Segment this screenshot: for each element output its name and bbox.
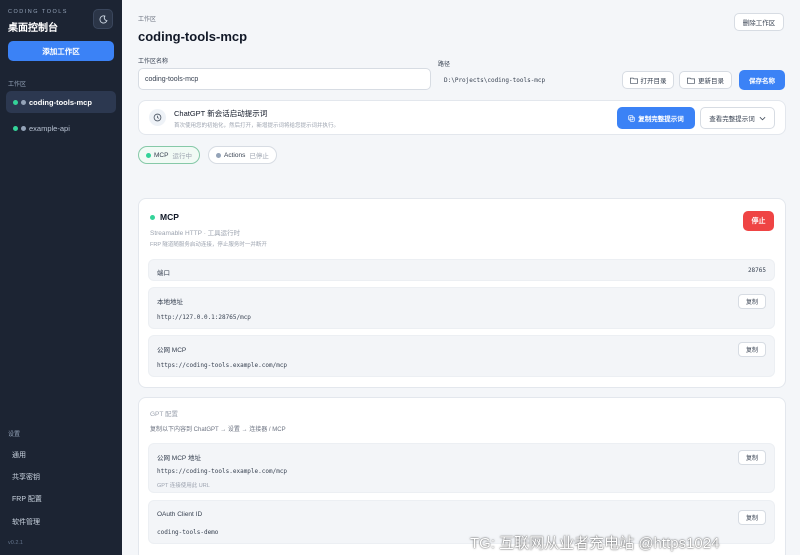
brand-title: 桌面控制台 bbox=[8, 23, 58, 34]
gpt-public-url-row: 公网 MCP 地址 https://coding-tools.example.c… bbox=[148, 443, 775, 493]
page-caption: 工作区 bbox=[138, 17, 157, 23]
public-mcp-value: https://coding-tools.example.com/mcp bbox=[157, 362, 288, 369]
workspace-name: coding-tools-mcp bbox=[29, 97, 92, 107]
name-field-label: 工作区名称 bbox=[138, 59, 169, 65]
view-full-prompt-label: 查看完整提示词 bbox=[709, 116, 755, 123]
copy-icon bbox=[628, 114, 635, 122]
tab-mcp[interactable]: MCP 运行中 bbox=[138, 146, 200, 164]
view-full-prompt-button[interactable]: 查看完整提示词 bbox=[700, 107, 775, 129]
workspace-name-input[interactable]: coding-tools-mcp bbox=[138, 68, 431, 90]
copy-full-prompt-button[interactable]: 复制完整提示词 bbox=[617, 107, 695, 129]
path-label: 路径 bbox=[438, 62, 451, 68]
gpt-public-url-note: GPT 连接使用此 URL bbox=[157, 483, 210, 489]
copy-full-prompt-label: 复制完整提示词 bbox=[638, 116, 684, 123]
mcp-subtitle: Streamable HTTP · 工具运行时 bbox=[150, 230, 241, 237]
path-value: D:\Projects\coding-tools-mcp bbox=[444, 77, 546, 84]
workspace-name: example-api bbox=[29, 123, 70, 133]
brand-caption: CODING TOOLS bbox=[8, 9, 68, 15]
folder-edit-icon bbox=[687, 77, 695, 84]
gpt-config-title: GPT 配置 bbox=[150, 411, 179, 418]
open-directory-button[interactable]: 打开目录 bbox=[622, 71, 674, 89]
update-directory-label: 更新目录 bbox=[698, 78, 724, 85]
status-dot-icon bbox=[13, 125, 18, 131]
gpt-config-subtitle: 复制以下内容到 ChatGPT → 设置 → 连接器 / MCP bbox=[150, 427, 286, 433]
tab-actions[interactable]: Actions 已停止 bbox=[208, 146, 277, 164]
mcp-title: MCP bbox=[150, 212, 179, 222]
local-address-label: 本地地址 bbox=[157, 299, 183, 306]
copy-gpt-public-url-button[interactable]: 复制 bbox=[738, 450, 766, 465]
port-row: 端口 28765 bbox=[148, 259, 775, 281]
sidebar-item-software[interactable]: 软件管理 bbox=[12, 517, 40, 527]
sidebar-item-example-api[interactable]: example-api bbox=[6, 117, 116, 139]
workspace-section-label: 工作区 bbox=[8, 82, 27, 88]
copy-local-address-button[interactable]: 复制 bbox=[738, 294, 766, 309]
main-panel: 工作区 coding-tools-mcp 删除工作区 工作区名称 coding-… bbox=[122, 0, 800, 555]
local-address-row: 本地地址 http://127.0.0.1:28765/mcp 复制 bbox=[148, 287, 775, 329]
oauth-client-id-label: OAuth Client ID bbox=[157, 511, 203, 518]
oauth-client-id-value: coding-tools-demo bbox=[157, 529, 219, 536]
running-dot-icon bbox=[146, 152, 151, 158]
update-directory-button[interactable]: 更新目录 bbox=[679, 71, 732, 89]
public-mcp-label: 公网 MCP bbox=[157, 347, 187, 354]
prompt-banner: ChatGPT 新会话启动提示词 首次使用您的初始化，然后打开，新增提示词将给您… bbox=[138, 100, 786, 135]
mcp-note: FRP 隧道随服务启动连接，停止服务时一并断开 bbox=[150, 242, 267, 248]
gpt-public-url-value: https://coding-tools.example.com/mcp bbox=[157, 468, 288, 475]
tab-actions-status: 已停止 bbox=[249, 153, 269, 160]
tab-actions-label: Actions bbox=[224, 151, 246, 159]
page-title: coding-tools-mcp bbox=[138, 29, 248, 44]
sidebar-item-coding-tools-mcp[interactable]: coding-tools-mcp bbox=[6, 91, 116, 113]
banner-title: ChatGPT 新会话启动提示词 bbox=[174, 109, 268, 118]
banner-subtitle: 首次使用您的初始化，然后打开，新增提示词将给您提示词并执行。 bbox=[174, 123, 340, 129]
theme-toggle-button[interactable] bbox=[93, 9, 113, 29]
mcp-title-text: MCP bbox=[160, 212, 179, 222]
sidebar-item-general[interactable]: 通用 bbox=[12, 450, 26, 460]
tab-mcp-status: 运行中 bbox=[172, 153, 192, 160]
moon-icon bbox=[99, 14, 108, 23]
folder-icon bbox=[629, 77, 638, 84]
delete-workspace-button[interactable]: 删除工作区 bbox=[734, 13, 784, 31]
settings-section-label: 设置 bbox=[8, 432, 21, 438]
add-workspace-button[interactable]: 添加工作区 bbox=[8, 41, 114, 61]
stopped-dot-icon bbox=[216, 152, 221, 158]
open-directory-label: 打开目录 bbox=[640, 78, 667, 85]
history-icon bbox=[149, 109, 166, 126]
version-label: v0.2.1 bbox=[8, 540, 23, 546]
status-dot-icon bbox=[21, 125, 26, 131]
copy-oauth-client-id-button[interactable]: 复制 bbox=[738, 510, 766, 525]
mcp-card: MCP Streamable HTTP · 工具运行时 FRP 隧道随服务启动连… bbox=[138, 198, 786, 388]
gpt-public-url-label: 公网 MCP 地址 bbox=[157, 455, 201, 462]
chevron-down-icon bbox=[759, 116, 766, 120]
running-dot-icon bbox=[150, 214, 155, 220]
sidebar-item-shared-keys[interactable]: 共享密钥 bbox=[12, 472, 40, 482]
stop-button[interactable]: 停止 bbox=[743, 211, 774, 231]
sidebar: CODING TOOLS 桌面控制台 添加工作区 工作区 coding-tool… bbox=[0, 0, 122, 555]
save-name-button[interactable]: 保存名称 bbox=[739, 70, 785, 90]
running-dot-icon bbox=[13, 99, 18, 105]
status-dot-icon bbox=[21, 99, 26, 105]
tab-mcp-label: MCP bbox=[154, 151, 169, 159]
watermark-text: TG: 互联网从业者充电站 @https1024 bbox=[470, 535, 720, 552]
port-label: 端口 bbox=[157, 270, 170, 277]
copy-public-mcp-button[interactable]: 复制 bbox=[738, 342, 766, 357]
public-mcp-row: 公网 MCP https://coding-tools.example.com/… bbox=[148, 335, 775, 377]
port-value: 28765 bbox=[747, 267, 766, 274]
local-address-value: http://127.0.0.1:28765/mcp bbox=[157, 314, 251, 321]
sidebar-item-frp-config[interactable]: FRP 配置 bbox=[12, 494, 42, 504]
